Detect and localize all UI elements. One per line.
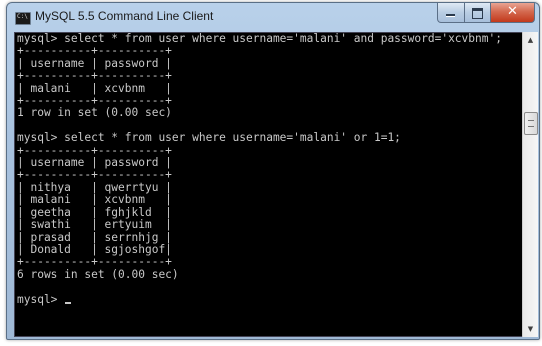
minimize-icon xyxy=(438,3,464,22)
terminal-line: | malani | xcvbnm | xyxy=(17,193,172,207)
minimize-button[interactable] xyxy=(437,3,465,23)
terminal-line: +----------+----------+ xyxy=(17,255,172,269)
console-app-icon[interactable]: C:\ xyxy=(15,12,31,25)
maximize-button[interactable] xyxy=(465,3,491,23)
terminal-line: | username | password | xyxy=(17,56,172,70)
terminal-line: +----------+----------+ xyxy=(17,94,172,108)
terminal-line: 1 row in set (0.00 sec) xyxy=(17,106,172,120)
close-icon: ✕ xyxy=(507,4,518,19)
terminal-line: +----------+----------+ xyxy=(17,168,172,182)
terminal-line: | prasad | serrnhjg | xyxy=(17,230,172,244)
app-icon-text: C:\ xyxy=(17,13,28,20)
window-title: MySQL 5.5 Command Line Client xyxy=(35,9,214,23)
vertical-scrollbar[interactable]: ▲ ▼ xyxy=(522,32,538,337)
mysql-prompt: mysql> xyxy=(17,292,65,306)
terminal-line: | malani | xcvbnm | xyxy=(17,81,172,95)
terminal-line: | nithya | qwerrtyu | xyxy=(17,180,172,194)
terminal-line: mysql> select * from user where username… xyxy=(17,32,502,45)
terminal-line: | geetha | fghjkld | xyxy=(17,205,172,219)
terminal-line: +----------+----------+ xyxy=(17,69,172,83)
text-cursor xyxy=(65,301,72,304)
close-button[interactable]: ✕ xyxy=(491,3,535,23)
scroll-thumb[interactable] xyxy=(524,112,538,135)
terminal-line: +----------+----------+ xyxy=(17,143,172,157)
console-window: C:\ MySQL 5.5 Command Line Client ✕ mysq… xyxy=(6,2,540,340)
caption-buttons: ✕ xyxy=(437,3,535,23)
terminal-line: +----------+----------+ xyxy=(17,44,172,58)
scroll-up-icon[interactable]: ▲ xyxy=(523,32,538,48)
scroll-down-icon[interactable]: ▼ xyxy=(523,321,538,337)
title-bar[interactable]: C:\ MySQL 5.5 Command Line Client ✕ xyxy=(7,3,539,31)
terminal-line: mysql> select * from user where username… xyxy=(17,131,401,145)
console-output-area[interactable]: mysql> select * from user where username… xyxy=(14,32,529,337)
terminal-line: 6 rows in set (0.00 sec) xyxy=(17,267,179,281)
terminal-line: | Donald | sgjoshgof| xyxy=(17,242,172,256)
terminal-line: | username | password | xyxy=(17,156,172,170)
terminal-text: mysql> select * from user where username… xyxy=(17,33,502,306)
terminal-line: | swathi | ertyuim | xyxy=(17,218,172,232)
maximize-icon xyxy=(465,3,490,22)
